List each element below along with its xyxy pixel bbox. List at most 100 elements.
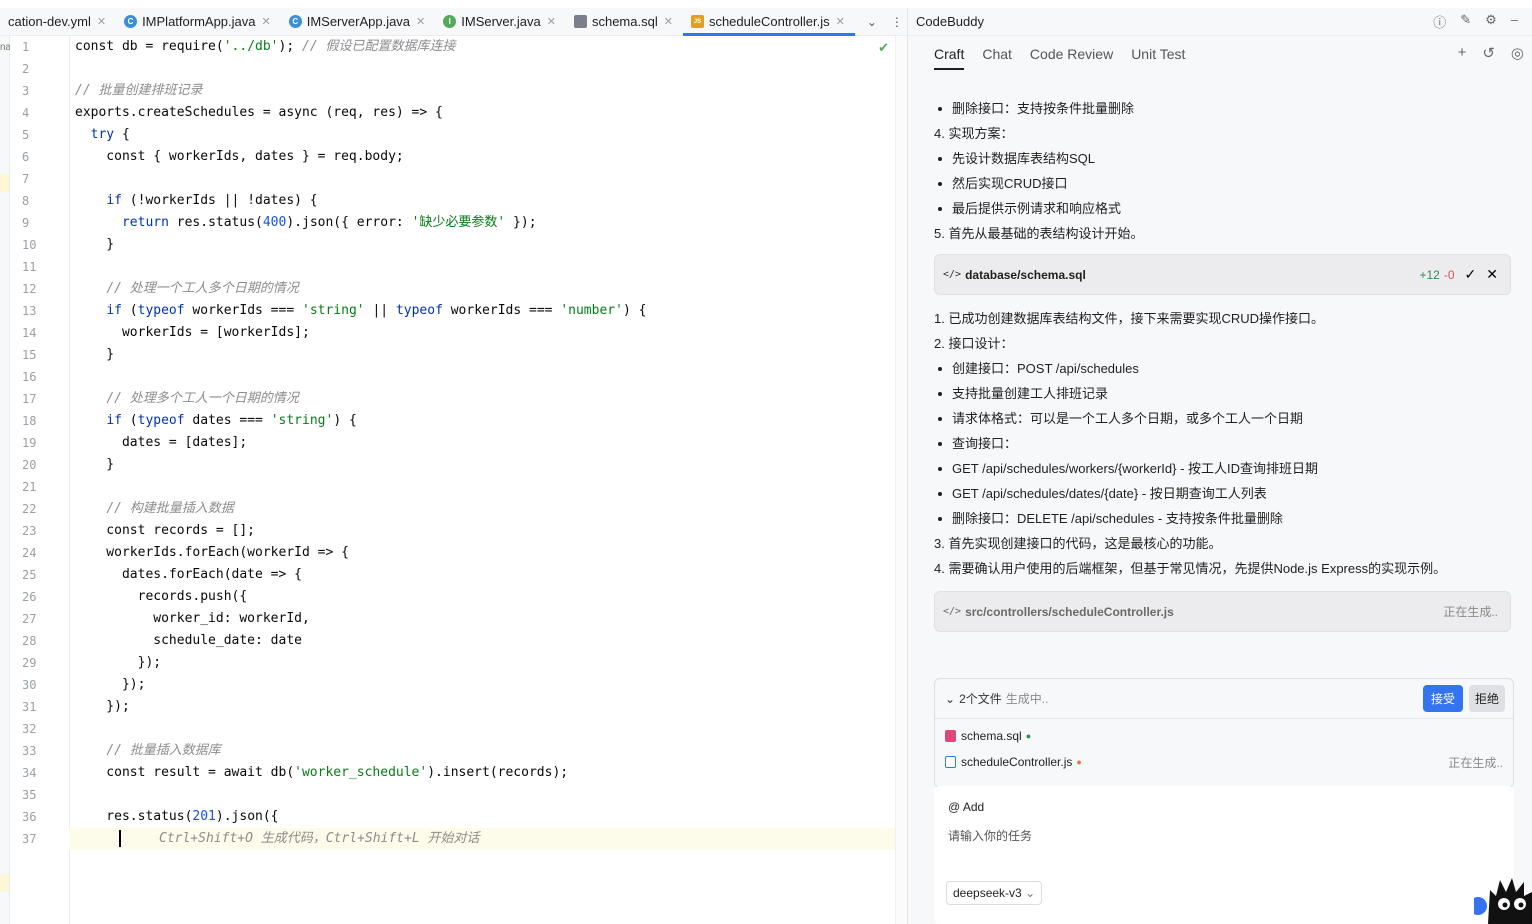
line-number: 21: [22, 480, 37, 494]
model-select[interactable]: deepseek-v3 ⌄: [946, 881, 1043, 905]
code-line: // 处理一个工人多个日期的情况: [70, 278, 895, 300]
current-line[interactable]: Ctrl+Shift+O 生成代码，Ctrl+Shift+L 开始对话: [69, 828, 895, 850]
tab-imserverapp-java[interactable]: C IMServerApp.java ✕: [281, 8, 436, 35]
close-icon[interactable]: ✕: [1486, 266, 1498, 283]
code-token: (: [121, 303, 138, 318]
tab-tools: ⌄ ⋮: [855, 8, 915, 35]
mascot-icon[interactable]: [1474, 866, 1532, 924]
chat-input-box[interactable]: @ Add 请输入你的任务 deepseek-v3 ⌄: [934, 786, 1514, 924]
bullet-item: 然后实现CRUD接口: [934, 171, 1514, 196]
new-chat-plus-icon[interactable]: +: [1458, 44, 1467, 62]
tab-craft[interactable]: Craft: [934, 38, 965, 70]
line-number: 13: [22, 304, 37, 318]
code-line: if (!workerIds || !dates) {: [70, 190, 895, 212]
code-token: }: [75, 457, 115, 472]
reject-button[interactable]: 拒绝: [1468, 685, 1505, 712]
code-token: dates ===: [184, 413, 271, 428]
tab-cation-dev-yml[interactable]: cation-dev.yml ✕: [0, 8, 116, 35]
minimize-icon[interactable]: –: [1511, 12, 1518, 31]
generated-file-name: schema.sql: [961, 729, 1022, 743]
tab-schema-sql[interactable]: schema.sql ✕: [566, 8, 683, 35]
code-line: });: [70, 652, 895, 674]
close-tab-icon[interactable]: ✕: [97, 15, 106, 28]
code-line: return res.status(400).json({ error: '缺少…: [70, 212, 895, 234]
codebuddy-panel: CodeBuddy ⓘ ✎ ⚙ – Craft Chat Code Review…: [907, 8, 1532, 924]
more-vertical-icon[interactable]: ⋮: [891, 15, 903, 29]
chevron-down-icon[interactable]: ⌄: [945, 692, 955, 706]
line-number: 11: [22, 260, 37, 274]
close-tab-icon[interactable]: ✕: [836, 15, 845, 28]
add-context-button[interactable]: @ Add: [948, 800, 984, 814]
code-token: ).insert(records);: [427, 765, 569, 780]
tab-schedulecontroller-js[interactable]: JS scheduleController.js ✕: [682, 8, 855, 36]
vertical-scrollbar[interactable]: [895, 36, 907, 924]
line-number: 10: [22, 238, 37, 252]
list-item: 4. 实现方案：: [934, 126, 1014, 141]
generating-header[interactable]: ⌄ 2个文件 生成中.. 接受 拒绝: [935, 679, 1513, 719]
tab-code-review[interactable]: Code Review: [1030, 38, 1113, 70]
file-card-controller[interactable]: </> src/controllers/scheduleController.j…: [934, 591, 1511, 632]
code-line: workerIds.forEach(workerId => {: [70, 542, 895, 564]
bullet-item: 先设计数据库表结构SQL: [934, 146, 1514, 171]
generated-file-item[interactable]: schema.sql ●: [935, 723, 1513, 749]
code-area[interactable]: ✔ const db = require('../db'); // 假设已配置数…: [69, 36, 895, 850]
chevron-down-icon[interactable]: ⌄: [867, 15, 877, 29]
generating-status: 正在生成..: [1443, 605, 1498, 619]
tab-imserver-java[interactable]: I IMServer.java ✕: [435, 8, 566, 35]
line-number: 17: [22, 392, 37, 406]
accept-check-icon[interactable]: ✓: [1465, 266, 1477, 283]
help-icon[interactable]: ⓘ: [1433, 12, 1446, 31]
tab-chat[interactable]: Chat: [982, 38, 1012, 70]
code-line: }: [70, 344, 895, 366]
close-tab-icon[interactable]: ✕: [664, 15, 673, 28]
tab-unit-test[interactable]: Unit Test: [1131, 38, 1185, 70]
bullet-item: 删除接口：支持按条件批量删除: [934, 96, 1514, 121]
status-dot: ●: [1025, 731, 1032, 741]
panel-header: CodeBuddy ⓘ ✎ ⚙ –: [908, 8, 1532, 36]
close-tab-icon[interactable]: ✕: [547, 15, 556, 28]
code-line: workerIds = [workerIds];: [70, 322, 895, 344]
code-token: if: [106, 303, 122, 318]
code-token: 201: [192, 809, 216, 824]
generated-file-item[interactable]: scheduleController.js ● 正在生成..: [935, 749, 1513, 775]
edit-icon[interactable]: ✎: [1460, 12, 1471, 31]
code-line: const result = await db('worker_schedule…: [70, 762, 895, 784]
line-number: 12: [22, 282, 37, 296]
text-cursor: [119, 830, 121, 847]
code-line: if (typeof workerIds === 'string' || typ…: [70, 300, 895, 322]
change-marker: [0, 174, 9, 192]
history-icon[interactable]: ↺: [1482, 44, 1495, 62]
code-line: // 批量插入数据库: [70, 740, 895, 762]
line-number: 22: [22, 502, 37, 516]
accept-button[interactable]: 接受: [1422, 685, 1463, 712]
tab-label: IMServerApp.java: [306, 14, 411, 29]
js-file-icon: JS: [690, 15, 704, 28]
close-tab-icon[interactable]: ✕: [416, 15, 425, 28]
code-editor[interactable]: na 1 2 3 4 5 6 7 8 9 10 11 12 13 14 15 16 17 18 19 20 21 22 23…: [0, 36, 907, 924]
task-input[interactable]: 请输入你的任务: [948, 827, 1032, 844]
file-card-schema[interactable]: </> database/schema.sql +12 -0 ✓ ✕: [934, 254, 1511, 295]
code-line: const db = require('../db'); // 假设已配置数据库…: [70, 36, 895, 58]
code-token: workerIds ===: [184, 303, 302, 318]
code-token: return: [121, 215, 169, 230]
code-token: workerIds = [workerIds];: [75, 325, 310, 340]
assistant-message: 删除接口：支持按条件批量删除 4. 实现方案： 先设计数据库表结构SQL 然后实现CR…: [934, 96, 1514, 246]
tab-implatformapp-java[interactable]: C IMPlatformApp.java ✕: [116, 8, 281, 35]
lines-removed: -0: [1443, 267, 1455, 282]
line-number: 9: [22, 216, 30, 230]
code-token: typeof: [137, 303, 185, 318]
lines-added: +12: [1419, 267, 1440, 282]
line-number: 5: [22, 128, 30, 142]
line-number: 29: [22, 656, 37, 670]
code-token: typeof: [137, 413, 185, 428]
code-line: worker_id: workerId,: [70, 608, 895, 630]
java-class-icon: C: [124, 15, 138, 28]
settings-icon[interactable]: ◎: [1511, 44, 1524, 62]
code-file-icon: </>: [943, 606, 962, 617]
close-tab-icon[interactable]: ✕: [262, 15, 271, 28]
gear-icon[interactable]: ⚙: [1485, 12, 1497, 31]
